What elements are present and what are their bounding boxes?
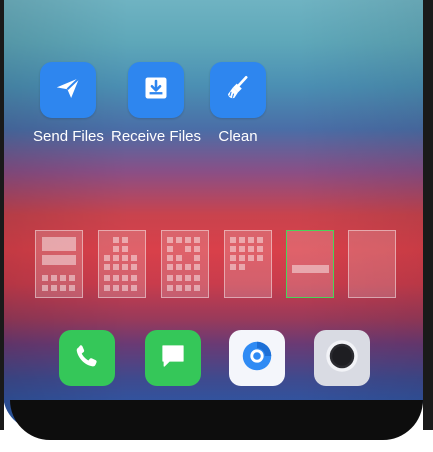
- device-bezel-right: [423, 0, 433, 430]
- paper-plane-icon: [53, 73, 83, 108]
- screen-thumbnail-active[interactable]: [286, 230, 334, 298]
- phone-icon: [72, 341, 102, 376]
- messages-app[interactable]: [145, 330, 201, 386]
- browser-icon: [238, 337, 276, 380]
- camera-app[interactable]: [314, 330, 370, 386]
- download-tray-icon: [142, 74, 170, 107]
- phone-device: Send Files Receive Files Clean: [0, 0, 433, 452]
- send-files-label: Send Files: [33, 128, 104, 145]
- device-bezel-left: [0, 0, 4, 430]
- message-icon: [158, 341, 188, 376]
- app-send-files[interactable]: Send Files: [33, 62, 104, 145]
- broom-icon: [223, 73, 253, 108]
- device-bezel-bottom: [10, 400, 423, 440]
- home-screen-pager: [35, 230, 400, 300]
- clean-label: Clean: [218, 128, 258, 145]
- screen-thumbnail[interactable]: [98, 230, 146, 298]
- home-screen: Send Files Receive Files Clean: [3, 0, 424, 430]
- app-receive-files[interactable]: Receive Files: [111, 62, 201, 145]
- clean-tile[interactable]: [210, 62, 266, 118]
- send-files-tile[interactable]: [40, 62, 97, 118]
- screen-thumbnail[interactable]: [161, 230, 209, 298]
- browser-app[interactable]: [229, 330, 285, 386]
- app-clean[interactable]: Clean: [210, 62, 266, 145]
- screen-thumbnail[interactable]: [348, 230, 396, 298]
- screen-thumbnail[interactable]: [224, 230, 272, 298]
- camera-icon: [321, 335, 363, 382]
- receive-files-label: Receive Files: [111, 128, 202, 145]
- screen-thumbnail[interactable]: [35, 230, 83, 298]
- receive-files-tile[interactable]: [128, 62, 185, 118]
- phone-app[interactable]: [59, 330, 115, 386]
